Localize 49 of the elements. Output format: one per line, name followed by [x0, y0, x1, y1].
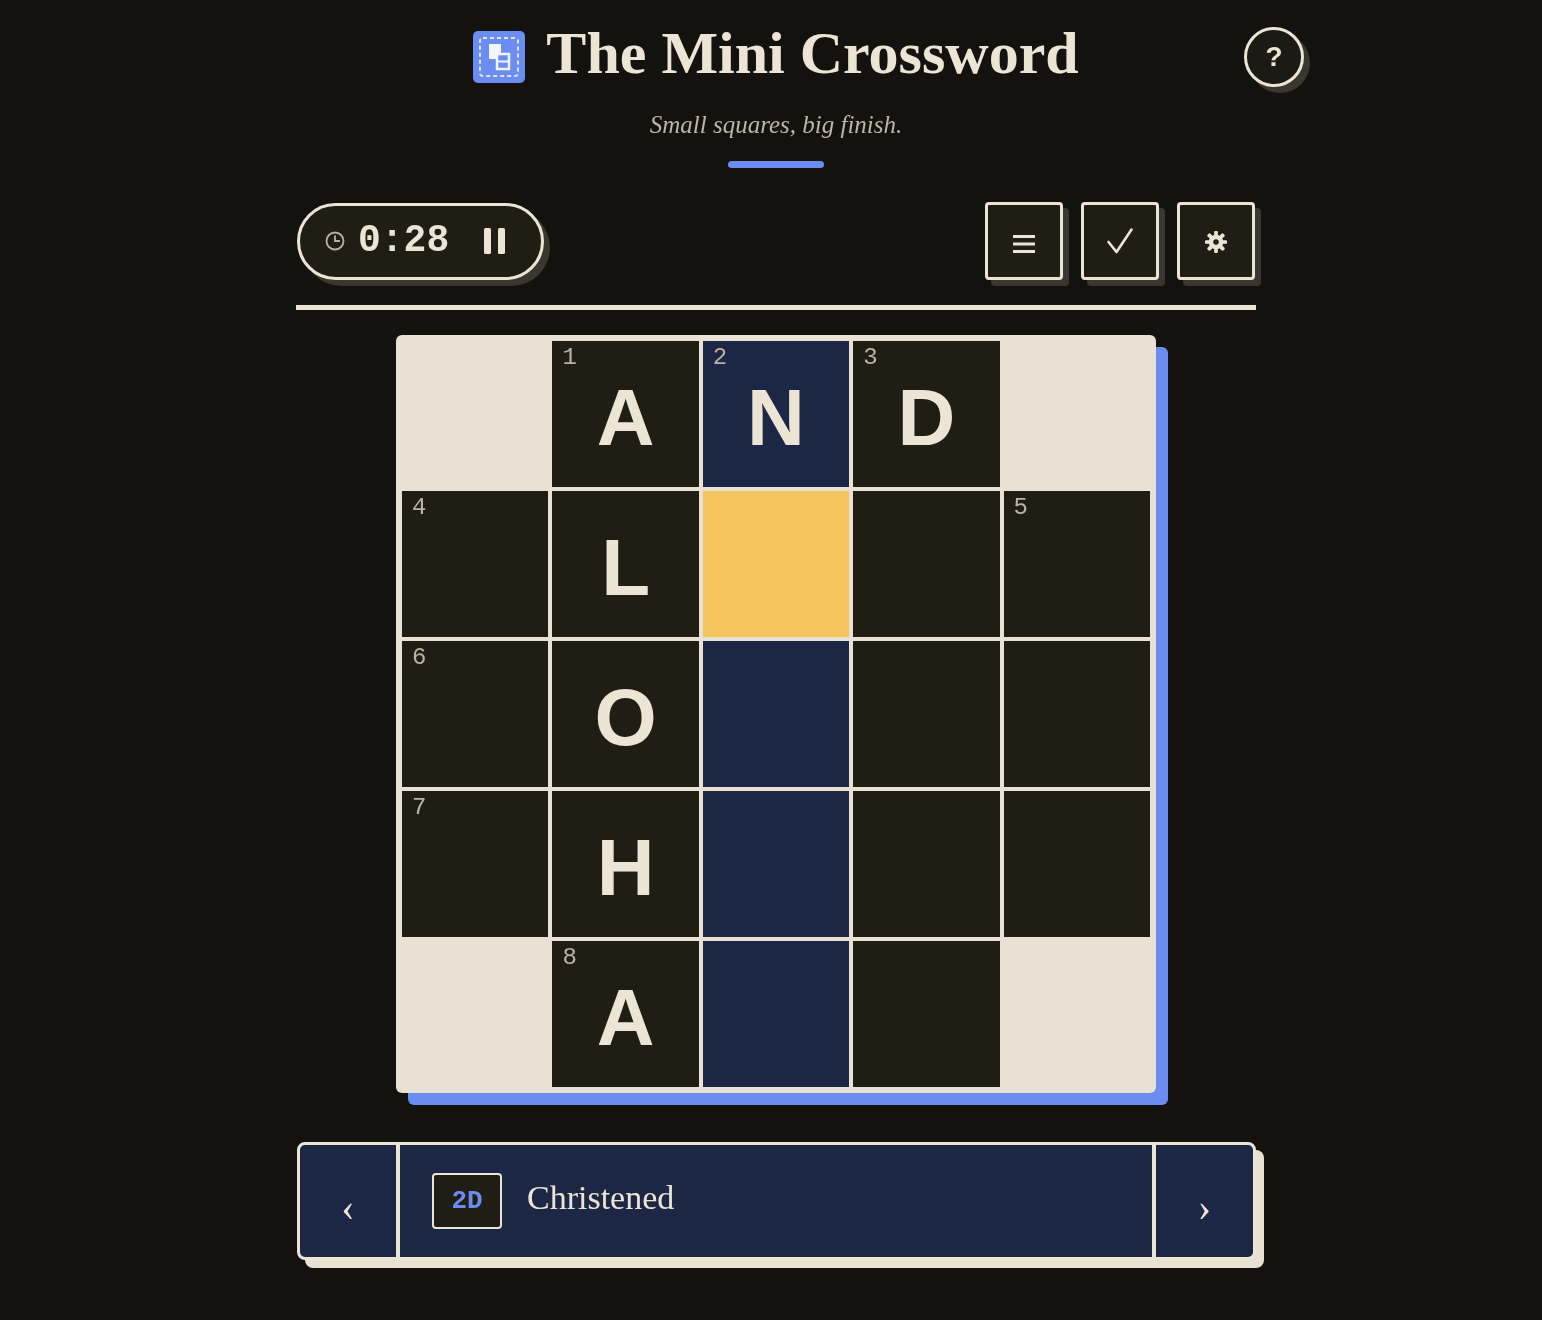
grid-cell[interactable]: 6 — [402, 641, 549, 787]
clue-number: 7 — [412, 796, 427, 820]
grid-cell[interactable] — [853, 491, 1000, 637]
clue-label: 2D — [432, 1173, 502, 1229]
logo-icon — [473, 31, 526, 83]
clock-icon — [325, 231, 345, 251]
page-title: The Mini Crossword — [546, 23, 1079, 83]
grid-cell[interactable]: O — [552, 641, 699, 787]
grid-cell[interactable] — [853, 941, 1000, 1087]
cell-letter: A — [596, 977, 655, 1058]
grid-cell[interactable]: 2 N — [702, 341, 850, 487]
grid-cell[interactable]: L — [552, 491, 699, 637]
grid-cell[interactable]: 7 — [402, 791, 549, 937]
menu-icon[interactable] — [1013, 235, 1035, 253]
cell-letter: N — [747, 377, 805, 458]
cell-letter: A — [596, 377, 655, 458]
clue-text: Christened — [527, 1181, 675, 1215]
grid-cell[interactable] — [853, 791, 1000, 937]
pause-icon[interactable] — [484, 228, 506, 254]
subtitle: Small squares, big finish. — [648, 112, 904, 137]
grid-cell[interactable] — [853, 641, 1000, 787]
next-clue-button[interactable]: › — [1152, 1145, 1253, 1257]
grid-cell[interactable]: 3 D — [853, 341, 1000, 487]
clue-number: 1 — [562, 346, 577, 370]
grid-cell[interactable] — [702, 941, 850, 1087]
grid-cell[interactable]: 5 — [1003, 491, 1150, 637]
clue-number: 4 — [412, 496, 427, 520]
cell-letter: L — [601, 527, 651, 608]
cell-letter: D — [897, 377, 956, 458]
grid-cell[interactable]: 1 A — [552, 341, 699, 487]
check-icon[interactable] — [1107, 228, 1133, 254]
clue-number: 5 — [1013, 496, 1028, 520]
grid-cell[interactable]: H — [552, 791, 699, 937]
grid-cell[interactable] — [1003, 791, 1150, 937]
grid-cell[interactable]: 8 A — [552, 941, 699, 1087]
timer-text: 0:28 — [358, 222, 450, 260]
grid-cell[interactable]: 4 — [402, 491, 549, 637]
clue-number: 8 — [562, 946, 577, 970]
settings-icon[interactable] — [1205, 231, 1227, 253]
grid-cell[interactable] — [702, 641, 850, 787]
cell-letter: O — [594, 677, 657, 758]
cell-letter: H — [596, 827, 655, 908]
grid-cell[interactable] — [702, 491, 850, 637]
grid-cell[interactable] — [1003, 641, 1150, 787]
clue-number: 6 — [412, 646, 427, 670]
clue-number: 3 — [863, 346, 878, 370]
previous-clue-button[interactable]: ‹ — [300, 1145, 400, 1257]
grid-cell[interactable] — [702, 791, 850, 937]
clue-number: 2 — [712, 346, 728, 370]
